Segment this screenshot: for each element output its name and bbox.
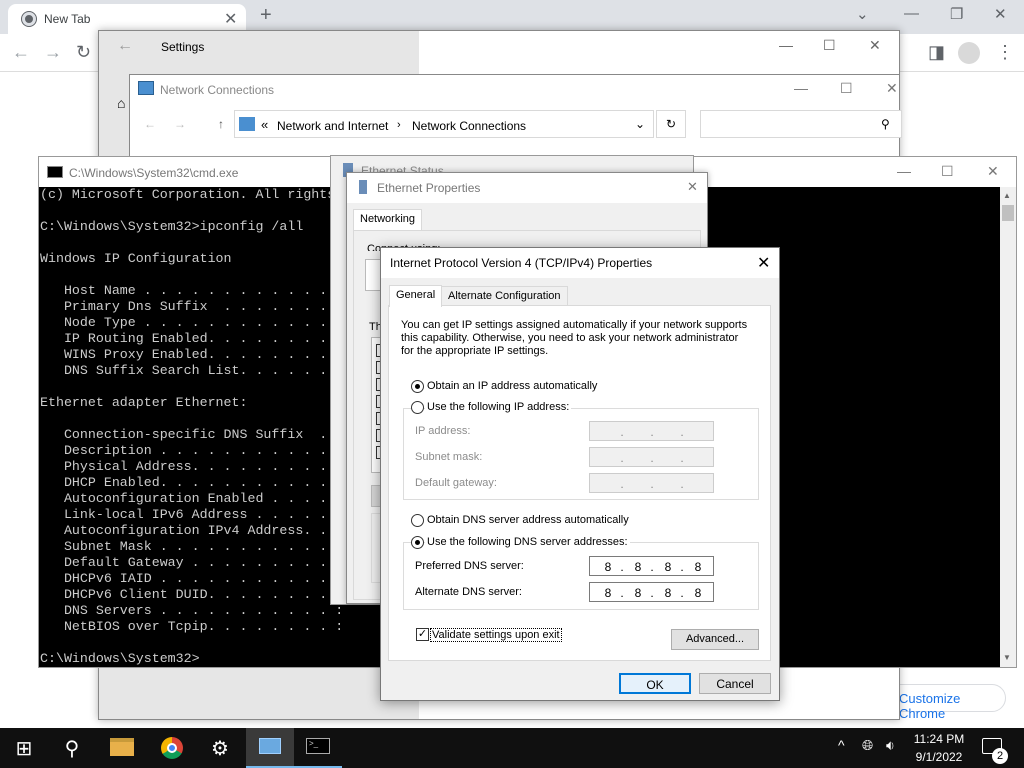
address-bar[interactable]: « Network and Internet › Network Connect…: [234, 110, 654, 138]
netconn-up-icon[interactable]: ↑: [218, 117, 224, 131]
network-connections-title: Network Connections: [160, 83, 275, 97]
netconn-forward-icon[interactable]: →: [174, 117, 186, 131]
use-following-ip-radio[interactable]: [411, 401, 424, 414]
netconn-maximize-icon[interactable]: ☐: [840, 80, 853, 97]
network-connections-taskbar-icon[interactable]: [246, 728, 294, 768]
use-following-dns-radio[interactable]: [411, 536, 424, 549]
close-tab-icon[interactable]: ✕: [224, 9, 237, 29]
tab-alternate-configuration[interactable]: Alternate Configuration: [441, 286, 568, 306]
file-explorer-icon[interactable]: [98, 728, 146, 768]
chrome-tab-search-icon[interactable]: ⌄: [856, 5, 869, 23]
chrome-menu-icon[interactable]: ⋮: [996, 42, 1014, 63]
clock-time[interactable]: 11:24 PM: [908, 732, 970, 746]
preferred-dns-field[interactable]: 8 . 8 . 8 . 8: [589, 556, 714, 576]
scroll-up-icon[interactable]: ▲: [1003, 191, 1011, 200]
tab-general[interactable]: General: [389, 285, 443, 307]
network-status-icon[interactable]: 🌐︎: [862, 737, 873, 754]
settings-title: Settings: [161, 40, 205, 54]
search-taskbar-icon[interactable]: ⚲: [48, 728, 96, 768]
forward-icon[interactable]: →: [44, 42, 62, 63]
obtain-ip-auto-radio[interactable]: [411, 380, 424, 393]
new-tab-button[interactable]: +: [260, 4, 272, 27]
settings-minimize-icon[interactable]: —: [779, 37, 793, 53]
search-icon: ⚲: [881, 117, 890, 131]
default-gateway-field: ...: [589, 473, 714, 493]
preferred-dns-octet-4: 8: [694, 560, 702, 574]
side-panel-icon[interactable]: ◨: [928, 42, 945, 63]
ip-address-label: IP address:: [415, 425, 471, 437]
ipv4-title-bar: Internet Protocol Version 4 (TCP/IPv4) P…: [381, 248, 779, 278]
cmd-title: C:\Windows\System32\cmd.exe: [69, 166, 239, 180]
breadcrumb-network-and-internet[interactable]: Network and Internet: [277, 119, 388, 133]
chrome-close-icon[interactable]: ✕: [994, 5, 1007, 23]
start-windows-icon[interactable]: ⊞: [0, 728, 48, 768]
back-icon[interactable]: ←: [12, 42, 30, 63]
ipv4-dialog-title: Internet Protocol Version 4 (TCP/IPv4) P…: [390, 256, 653, 270]
chrome-restore-icon[interactable]: ❐: [950, 5, 963, 23]
subnet-mask-field: ...: [589, 447, 714, 467]
cmd-taskbar-icon[interactable]: >_: [294, 728, 342, 768]
cmd-scrollbar[interactable]: ▲ ▼: [1000, 187, 1016, 667]
cmd-close-icon[interactable]: ✕: [987, 163, 999, 180]
settings-close-icon[interactable]: ✕: [869, 37, 881, 54]
breadcrumb-overflow-icon[interactable]: «: [261, 117, 268, 132]
chrome-minimize-icon[interactable]: —: [904, 5, 919, 22]
validate-settings-checkbox[interactable]: ✓: [416, 628, 429, 641]
ethernet-properties-close-icon[interactable]: ✕: [687, 179, 698, 195]
default-gateway-label: Default gateway:: [415, 477, 497, 489]
info-text-line2: this capability. Otherwise, you need to …: [401, 332, 739, 344]
advanced-button[interactable]: Advanced...: [671, 629, 759, 650]
settings-maximize-icon[interactable]: ☐: [823, 37, 836, 54]
reload-icon[interactable]: ↻: [76, 42, 91, 63]
ok-button[interactable]: OK: [619, 673, 691, 694]
ip-address-field: ...: [589, 421, 714, 441]
cmd-minimize-icon[interactable]: —: [897, 163, 911, 179]
netconn-minimize-icon[interactable]: —: [794, 80, 808, 96]
info-text-line1: You can get IP settings assigned automat…: [401, 319, 748, 331]
scroll-thumb[interactable]: [1002, 205, 1014, 221]
show-hidden-icons-icon[interactable]: ^: [838, 737, 845, 753]
settings-home-icon[interactable]: ⌂: [117, 95, 125, 111]
chrome-taskbar-icon[interactable]: [148, 728, 196, 768]
ipv4-close-icon[interactable]: ✕: [757, 253, 770, 273]
scroll-down-icon[interactable]: ▼: [1003, 653, 1011, 662]
network-connections-window: Network Connections — ☐ ✕ ← → ↑ « Networ…: [129, 74, 902, 164]
chrome-tab-favicon-icon: [22, 12, 36, 26]
subnet-mask-label: Subnet mask:: [415, 451, 483, 463]
tab-networking[interactable]: Networking: [353, 209, 423, 231]
netconn-close-icon[interactable]: ✕: [886, 80, 898, 97]
alternate-dns-field[interactable]: 8 . 8 . 8 . 8: [589, 582, 714, 602]
cmd-maximize-icon[interactable]: ☐: [941, 163, 954, 180]
ethernet-properties-icon: [359, 180, 367, 194]
settings-taskbar-icon[interactable]: ⚙: [196, 728, 244, 768]
profile-avatar-icon[interactable]: [958, 42, 980, 64]
preferred-dns-label: Preferred DNS server:: [415, 560, 524, 572]
alternate-dns-label: Alternate DNS server:: [415, 586, 522, 598]
obtain-ip-auto-label[interactable]: Obtain an IP address automatically: [427, 380, 597, 392]
obtain-dns-auto-label[interactable]: Obtain DNS server address automatically: [427, 514, 629, 526]
search-input[interactable]: ⚲: [700, 110, 902, 138]
refresh-button[interactable]: ↻: [656, 110, 686, 138]
volume-icon[interactable]: 🔉︎: [886, 737, 895, 754]
settings-back-icon[interactable]: ←: [117, 37, 133, 55]
ethernet-properties-title: Ethernet Properties: [377, 181, 481, 195]
clock-date[interactable]: 9/1/2022: [908, 750, 970, 764]
breadcrumb-network-connections[interactable]: Network Connections: [412, 119, 526, 133]
breadcrumb-separator-icon: ›: [397, 119, 401, 131]
use-following-ip-label[interactable]: Use the following IP address:: [425, 401, 572, 413]
use-following-dns-label[interactable]: Use the following DNS server addresses:: [425, 536, 630, 548]
notification-count-badge: 2: [992, 748, 1008, 764]
network-connections-icon: [138, 81, 154, 95]
obtain-dns-auto-radio[interactable]: [411, 514, 424, 527]
chrome-tab-title: New Tab: [44, 12, 91, 26]
ipv4-properties-dialog: Internet Protocol Version 4 (TCP/IPv4) P…: [380, 247, 780, 701]
cancel-button[interactable]: Cancel: [699, 673, 771, 694]
info-text-line3: for the appropriate IP settings.: [401, 345, 549, 357]
address-dropdown-icon[interactable]: ⌄: [635, 117, 645, 131]
cmd-icon: [47, 166, 63, 178]
address-bar-icon: [239, 117, 255, 131]
alternate-dns-octet-4: 8: [694, 586, 702, 600]
netconn-back-icon[interactable]: ←: [144, 117, 156, 131]
validate-settings-label[interactable]: Validate settings upon exit: [430, 628, 562, 642]
